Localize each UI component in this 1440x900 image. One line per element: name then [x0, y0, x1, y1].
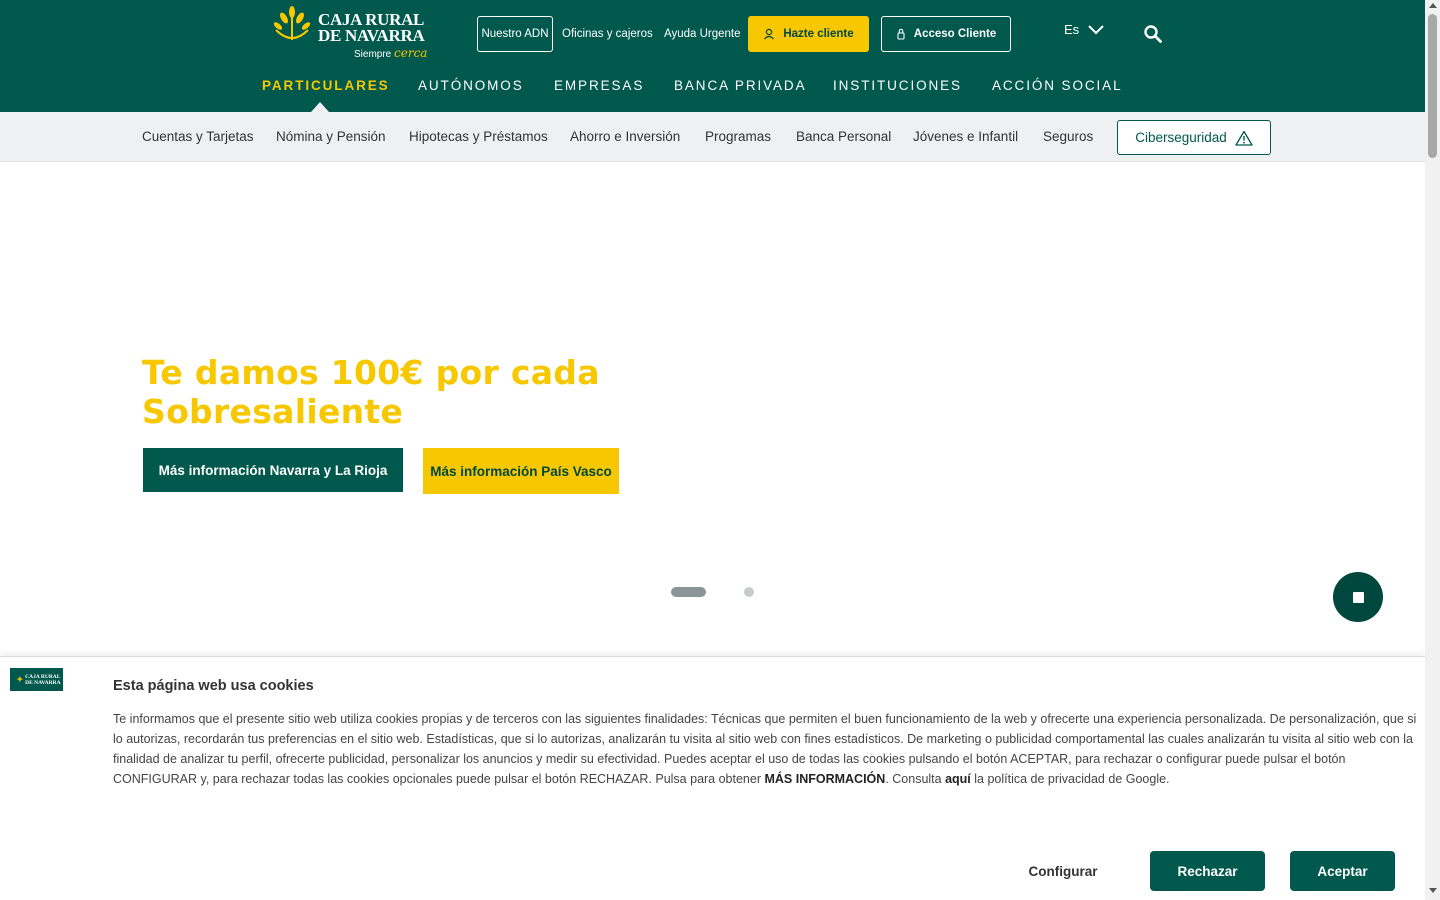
- scroll-down-arrow-icon[interactable]: [1429, 888, 1437, 893]
- hazte-cliente-label: Hazte cliente: [783, 28, 854, 40]
- wheat-logo-icon: [273, 6, 311, 40]
- carousel-pause-button[interactable]: [1333, 572, 1383, 622]
- cookie-text-end: la política de privacidad de Google.: [970, 772, 1170, 786]
- active-nav-indicator: [311, 102, 329, 112]
- cookie-banner-logo: ✦ CAJA RURAL DE NAVARRA: [10, 668, 63, 691]
- logo-tagline: Siempre cerca: [354, 46, 427, 60]
- stop-icon: [1352, 591, 1364, 603]
- main-nav-empresas[interactable]: EMPRESAS: [554, 78, 644, 93]
- cookie-logo-wheat-icon: ✦: [16, 674, 24, 684]
- acceso-cliente-label: Acceso Cliente: [913, 28, 997, 40]
- warning-icon: [1235, 130, 1253, 146]
- subnav-cuentas-tarjetas[interactable]: Cuentas y Tarjetas: [142, 129, 254, 144]
- carousel-dot[interactable]: [744, 587, 754, 597]
- scrollbar-thumb[interactable]: [1428, 14, 1437, 158]
- search-icon[interactable]: [1143, 24, 1163, 44]
- subnav-banca-personal[interactable]: Banca Personal: [796, 129, 891, 144]
- nuestro-adn-button[interactable]: Nuestro ADN: [477, 16, 553, 52]
- hero-title: Te damos 100€ por cada Sobresaliente: [142, 353, 702, 431]
- main-nav-banca-privada[interactable]: BANCA PRIVADA: [674, 78, 806, 93]
- subnav-nomina-pension[interactable]: Nómina y Pensión: [276, 129, 386, 144]
- configurar-button[interactable]: Configurar: [1010, 851, 1116, 891]
- lock-icon: [897, 28, 905, 40]
- cookie-text: Te informamos que el presente sitio web …: [113, 709, 1425, 789]
- logo-tagline-accent: cerca: [394, 46, 428, 60]
- user-icon: [764, 28, 775, 40]
- chevron-down-icon: [1088, 24, 1104, 34]
- aqui-link[interactable]: aquí: [945, 772, 971, 786]
- mas-info-pais-vasco-button[interactable]: Más información País Vasco: [423, 448, 619, 494]
- subnav-seguros[interactable]: Seguros: [1043, 129, 1093, 144]
- main-nav-particulares[interactable]: PARTICULARES: [262, 78, 390, 93]
- subnav-programas[interactable]: Programas: [705, 129, 771, 144]
- scroll-up-arrow-icon[interactable]: [1429, 3, 1437, 8]
- logo-tagline-text: Siempre: [354, 49, 392, 60]
- language-current: Es: [1064, 22, 1080, 37]
- oficinas-cajeros-link[interactable]: Oficinas y cajeros: [562, 16, 653, 52]
- ayuda-urgente-link[interactable]: Ayuda Urgente: [664, 16, 741, 52]
- main-nav: PARTICULARES AUTÓNOMOS EMPRESAS BANCA PR…: [0, 78, 1425, 100]
- page: CAJA RURAL DE NAVARRA Siempre cerca Nues…: [0, 0, 1440, 900]
- subnav-jovenes-infantil[interactable]: Jóvenes e Infantil: [913, 129, 1018, 144]
- carousel-dot-active[interactable]: [671, 587, 706, 597]
- language-selector[interactable]: Es: [1064, 22, 1105, 37]
- cookie-title: Esta página web usa cookies: [113, 678, 314, 694]
- ciberseguridad-label: Ciberseguridad: [1135, 130, 1227, 145]
- top-header: CAJA RURAL DE NAVARRA Siempre cerca Nues…: [0, 0, 1425, 112]
- mas-informacion-link[interactable]: MÁS INFORMACIÓN: [764, 772, 885, 786]
- cookie-logo-text: CAJA RURAL DE NAVARRA: [25, 674, 60, 686]
- main-nav-accion-social[interactable]: ACCIÓN SOCIAL: [992, 78, 1122, 93]
- subnav-ahorro-inversion[interactable]: Ahorro e Inversión: [570, 129, 680, 144]
- cookie-banner: ✦ CAJA RURAL DE NAVARRA Esta página web …: [0, 656, 1425, 900]
- sub-nav: Cuentas y Tarjetas Nómina y Pensión Hipo…: [0, 112, 1425, 162]
- brand-logo[interactable]: CAJA RURAL DE NAVARRA Siempre cerca: [270, 6, 430, 62]
- aceptar-button[interactable]: Aceptar: [1290, 851, 1395, 891]
- acceso-cliente-button[interactable]: Acceso Cliente: [881, 16, 1011, 52]
- main-nav-instituciones[interactable]: INSTITUCIONES: [833, 78, 962, 93]
- logo-line-2: DE NAVARRA: [318, 26, 425, 45]
- main-nav-autonomos[interactable]: AUTÓNOMOS: [418, 78, 524, 93]
- ciberseguridad-button[interactable]: Ciberseguridad: [1117, 120, 1271, 155]
- subnav-hipotecas-prestamos[interactable]: Hipotecas y Préstamos: [409, 129, 548, 144]
- hero-title-line-2: Sobresaliente: [142, 392, 404, 431]
- hero-title-line-1: Te damos 100€ por cada: [142, 353, 600, 392]
- rechazar-button[interactable]: Rechazar: [1150, 851, 1265, 891]
- cookie-text-consulta: . Consulta: [885, 772, 946, 786]
- cookie-logo-line-2: DE NAVARRA: [25, 679, 61, 686]
- logo-wordmark: CAJA RURAL DE NAVARRA: [318, 11, 425, 45]
- hazte-cliente-button[interactable]: Hazte cliente: [748, 16, 869, 52]
- mas-info-navarra-button[interactable]: Más información Navarra y La Rioja: [143, 448, 403, 492]
- page-scrollbar[interactable]: [1425, 0, 1440, 900]
